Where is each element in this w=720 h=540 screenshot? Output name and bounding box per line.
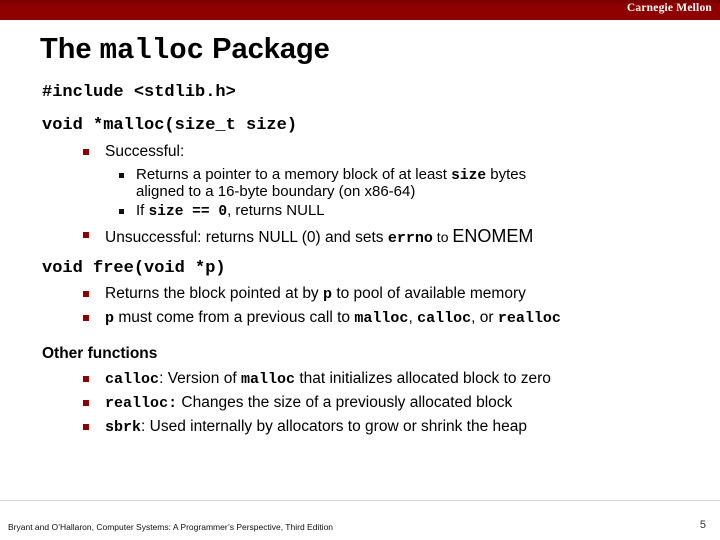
bullet-text-unsuccessful-a: Unsuccessful: returns NULL (0) and sets — [105, 229, 388, 247]
page-number: 5 — [699, 519, 706, 531]
inline-code-p: p — [323, 285, 333, 304]
list-item: Unsuccessful: returns NULL (0) and sets … — [0, 226, 720, 247]
inline-code-malloc: malloc — [354, 309, 409, 328]
bullet-square-icon — [83, 291, 89, 298]
bullet-square-icon — [83, 400, 89, 407]
title-suffix: Package — [204, 33, 330, 65]
inline-code-realloc: realloc — [497, 309, 561, 328]
page-title: The malloc Package — [40, 33, 330, 67]
section-heading-other-functions: Other functions — [42, 345, 158, 363]
bullet-text-free2-a: must come from a previous call to — [114, 309, 355, 327]
inline-code-calloc: calloc — [417, 309, 472, 328]
bullet-text-returns-pointer-b: bytes — [486, 166, 527, 183]
bullet-text-returns-pointer-line2: aligned to a 16-byte boundary (on x86-64… — [136, 183, 416, 201]
bullet-text-free1-b: to pool of available memory — [332, 285, 526, 303]
code-include-line: #include <stdlib.h> — [42, 83, 236, 102]
code-free-signature: void free(void *p) — [42, 259, 226, 279]
list-item: sbrk: Used internally by allocators to g… — [0, 418, 720, 439]
bullet-text-returns-pointer-a: Returns a pointer to a memory block of a… — [136, 166, 452, 183]
footer-divider — [0, 500, 720, 501]
inline-code-size: size — [451, 168, 487, 184]
bullet-text-unsuccessful-to: to — [432, 229, 453, 246]
bullet-text-calloc-b: that initializes allocated block to zero — [295, 370, 551, 388]
title-prefix: The — [40, 33, 100, 65]
list-item: If size == 0, returns NULL — [0, 202, 720, 223]
bullet-text-calloc-a: : Version of — [159, 370, 241, 388]
bullet-square-icon — [83, 424, 89, 431]
list-item: p must come from a previous call to mall… — [0, 309, 720, 330]
inline-code-calloc: calloc — [105, 370, 160, 389]
header-band-accent — [0, 0, 720, 3]
list-item: Returns a pointer to a memory block of a… — [0, 166, 720, 201]
header-band: Carnegie Mellon — [0, 0, 720, 20]
bullet-square-icon — [83, 232, 89, 239]
bullet-square-icon — [83, 149, 89, 155]
footer-citation: Bryant and O’Hallaron, Computer Systems:… — [8, 522, 334, 532]
inline-code-malloc: malloc — [240, 370, 296, 389]
inline-code-realloc: realloc: — [105, 394, 178, 413]
inline-code-errno: errno — [387, 229, 433, 248]
list-item: realloc: Changes the size of a previousl… — [0, 394, 720, 415]
bullet-square-icon — [83, 376, 89, 383]
bullet-text-if-prefix: If — [136, 202, 149, 220]
title-mono-malloc: malloc — [99, 34, 205, 67]
inline-code-p: p — [105, 309, 115, 328]
inline-code-size-zero: size == 0 — [148, 204, 228, 221]
bullet-text-successful: Successful: — [105, 143, 185, 160]
bullet-text-sbrk-desc: : Used internally by allocators to grow … — [141, 418, 528, 436]
bullet-text-realloc-desc: Changes the size of a previously allocat… — [177, 394, 513, 412]
bullet-text-free2-sep1: , — [408, 309, 418, 327]
bullet-text-enomem: ENOMEM — [452, 226, 534, 247]
list-item: calloc: Version of malloc that initializ… — [0, 370, 720, 391]
bullet-square-icon — [119, 209, 124, 215]
slide-body: #include <stdlib.h> void *malloc(size_t … — [0, 84, 720, 439]
inline-code-sbrk: sbrk — [105, 418, 142, 437]
list-item: Returns the block pointed at by p to poo… — [0, 285, 720, 306]
bullet-square-icon — [83, 315, 89, 322]
bullet-text-free1-a: Returns the block pointed at by — [105, 285, 323, 303]
code-malloc-signature: void *malloc(size_t size) — [42, 116, 298, 135]
list-item: Successful: — [0, 143, 720, 164]
brand-label: Carnegie Mellon — [626, 2, 712, 14]
bullet-text-if-suffix: , returns NULL — [227, 202, 325, 220]
bullet-square-icon — [119, 173, 124, 178]
bullet-text-free2-sep2: , or — [471, 309, 498, 327]
